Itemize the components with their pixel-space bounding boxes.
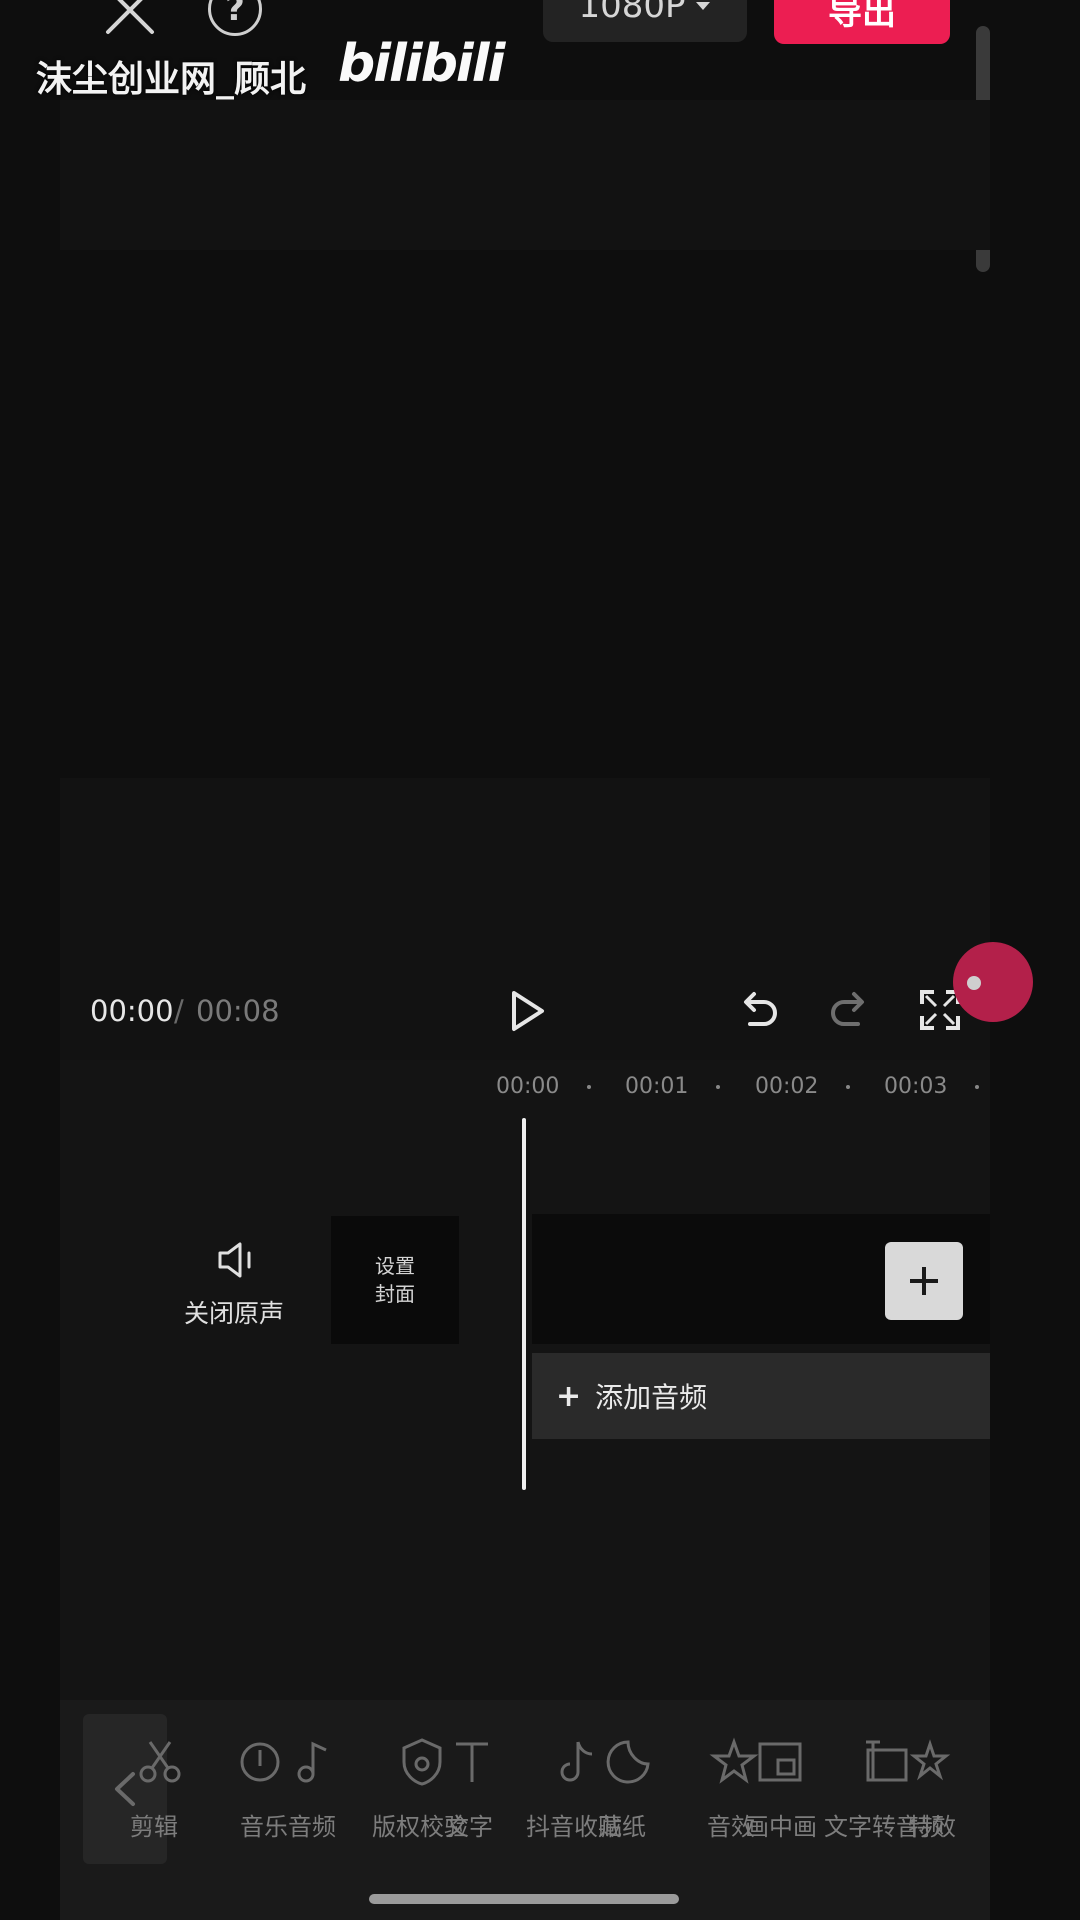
- export-button[interactable]: 导出: [774, 0, 950, 44]
- time-separator: /: [174, 994, 184, 1028]
- toolbar-item-effects[interactable]: 特效: [908, 1807, 956, 1842]
- plus-icon: +: [556, 1378, 582, 1414]
- resolution-dropdown[interactable]: 1080P: [543, 0, 747, 42]
- mute-original-audio-button[interactable]: 关闭原声: [184, 1294, 284, 1330]
- plus-icon: [910, 1267, 938, 1295]
- douyin-icon: [560, 1741, 593, 1782]
- ruler-dot: [716, 1085, 720, 1089]
- watermark-text: 沫尘创业网_顾北: [36, 59, 307, 100]
- cover-label-line1: 设置: [375, 1254, 415, 1278]
- bilibili-logo: bilibili: [338, 34, 505, 94]
- ruler-dot: [846, 1085, 850, 1089]
- toolbar-item-pip[interactable]: 画中画: [745, 1807, 817, 1842]
- ruler-tick: 00:02: [755, 1074, 819, 1099]
- music-note-icon: [297, 1741, 327, 1783]
- scissors-icon: [139, 1741, 181, 1783]
- ruler-tick: 00:01: [625, 1074, 689, 1099]
- help-button[interactable]: ?: [208, 0, 262, 36]
- add-clip-button[interactable]: [885, 1242, 963, 1320]
- shield-icon: [402, 1738, 442, 1786]
- floating-record-button[interactable]: [953, 942, 1033, 1022]
- text-icon: [456, 1742, 488, 1782]
- music-icon: [240, 1742, 280, 1782]
- playhead[interactable]: [522, 1118, 526, 1490]
- undo-icon: [744, 992, 777, 1026]
- toolbar-item-sticker[interactable]: 贴纸: [598, 1807, 646, 1842]
- ruler-tick: 00:00: [496, 1074, 560, 1099]
- set-cover-button[interactable]: 设置 封面: [331, 1216, 459, 1344]
- star-icon: [709, 1737, 759, 1784]
- home-indicator[interactable]: [369, 1894, 679, 1904]
- add-audio-label: 添加音频: [595, 1381, 708, 1414]
- video-preview: [60, 100, 990, 250]
- sticker-icon: [606, 1740, 650, 1784]
- export-label: 导出: [828, 0, 896, 33]
- redo-button[interactable]: [828, 988, 872, 1032]
- redo-icon: [831, 992, 864, 1026]
- cover-label-line2: 封面: [375, 1282, 415, 1306]
- toolbar-item-edit[interactable]: 剪辑: [130, 1807, 178, 1842]
- toolbar-item-text[interactable]: 文字: [445, 1807, 493, 1842]
- current-time: 00:00: [90, 994, 174, 1028]
- help-icon: ?: [225, 0, 245, 29]
- play-button[interactable]: [504, 988, 550, 1034]
- chevron-down-icon: [695, 2, 710, 10]
- total-time: 00:08: [196, 994, 280, 1028]
- ruler-dot: [587, 1085, 591, 1089]
- close-button[interactable]: [100, 0, 160, 40]
- play-icon: [512, 991, 544, 1031]
- undo-button[interactable]: [736, 988, 780, 1032]
- ruler-dot: [975, 1085, 979, 1089]
- add-audio-button[interactable]: + 添加音频: [532, 1353, 990, 1439]
- close-icon: [106, 0, 154, 34]
- speaker-icon[interactable]: [216, 1240, 260, 1280]
- resolution-value: 1080P: [578, 0, 686, 26]
- pip-icon: [758, 1742, 802, 1782]
- ruler-tick: 00:03: [884, 1074, 948, 1099]
- toolbar-item-music[interactable]: 音乐音频: [240, 1807, 336, 1842]
- effects-icon: [909, 1739, 951, 1781]
